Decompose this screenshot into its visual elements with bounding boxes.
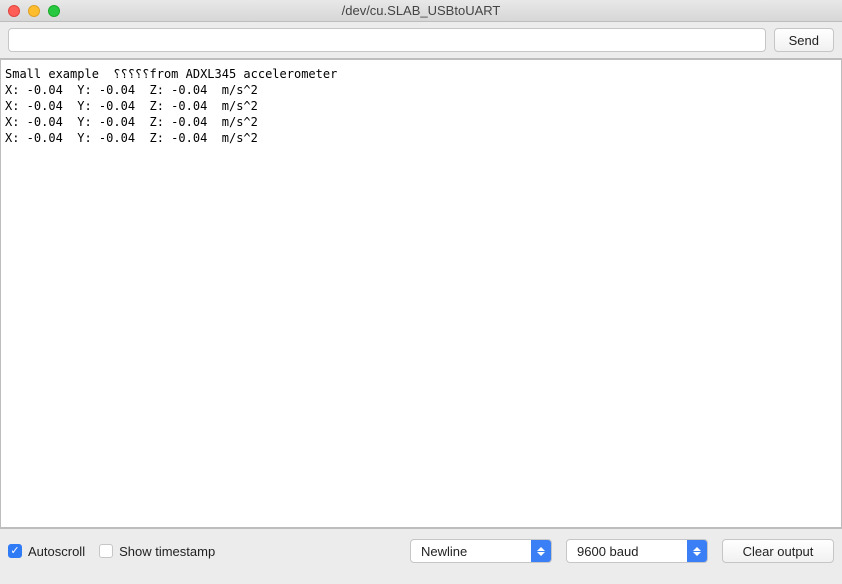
close-icon[interactable] xyxy=(8,5,20,17)
dropdown-arrows-icon xyxy=(687,540,707,562)
chevron-up-icon xyxy=(693,547,701,551)
show-timestamp-checkbox[interactable]: Show timestamp xyxy=(99,544,215,559)
serial-console-output[interactable]: Small example ⸮⸮⸮⸮⸮from ADXL345 accelero… xyxy=(0,59,842,528)
baud-rate-value: 9600 baud xyxy=(577,544,687,559)
autoscroll-checkbox[interactable]: ✓ Autoscroll xyxy=(8,544,85,559)
serial-send-input[interactable] xyxy=(8,28,766,52)
maximize-icon[interactable] xyxy=(48,5,60,17)
baud-rate-select[interactable]: 9600 baud xyxy=(566,539,708,563)
send-button[interactable]: Send xyxy=(774,28,834,52)
chevron-down-icon xyxy=(693,552,701,556)
chevron-down-icon xyxy=(537,552,545,556)
window-controls xyxy=(0,5,60,17)
clear-output-button[interactable]: Clear output xyxy=(722,539,834,563)
chevron-up-icon xyxy=(537,547,545,551)
bottombar: ✓ Autoscroll Show timestamp Newline 9600… xyxy=(0,528,842,573)
toolbar: Send xyxy=(0,22,842,59)
checkmark-icon: ✓ xyxy=(10,546,19,557)
dropdown-arrows-icon xyxy=(531,540,551,562)
checkbox-unchecked-icon xyxy=(99,544,113,558)
show-timestamp-label: Show timestamp xyxy=(119,544,215,559)
window-title: /dev/cu.SLAB_USBtoUART xyxy=(0,3,842,18)
autoscroll-label: Autoscroll xyxy=(28,544,85,559)
titlebar: /dev/cu.SLAB_USBtoUART xyxy=(0,0,842,22)
line-ending-value: Newline xyxy=(421,544,531,559)
checkbox-checked-icon: ✓ xyxy=(8,544,22,558)
line-ending-select[interactable]: Newline xyxy=(410,539,552,563)
minimize-icon[interactable] xyxy=(28,5,40,17)
